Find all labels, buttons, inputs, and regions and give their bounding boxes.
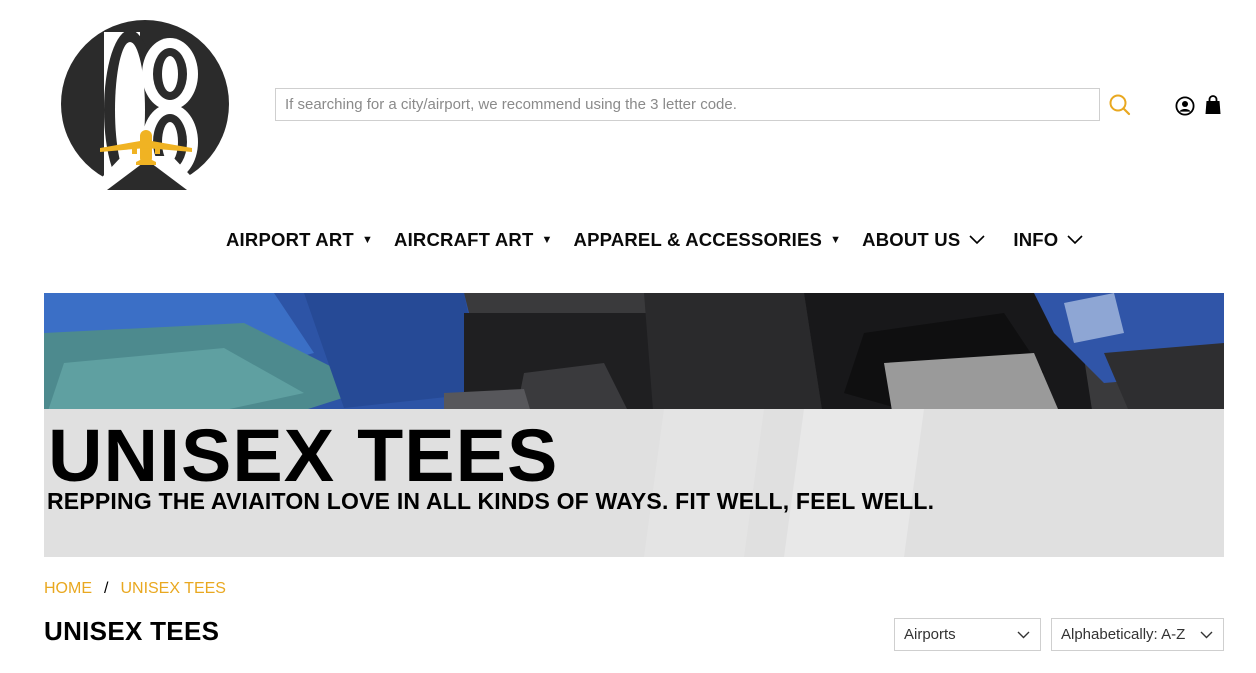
chevron-down-icon xyxy=(1017,631,1030,638)
nav-item-about-us[interactable]: ABOUT US xyxy=(862,229,1013,251)
sort-value: Alphabetically: A-Z xyxy=(1061,626,1186,643)
breadcrumb: HOME / UNISEX TEES xyxy=(44,580,226,598)
account-button[interactable] xyxy=(1175,96,1195,116)
nav-item-info[interactable]: INFO xyxy=(1013,229,1111,251)
chevron-down-icon xyxy=(969,235,985,245)
banner-subtitle: REPPING THE AVIAITON LOVE IN ALL KINDS O… xyxy=(47,488,935,514)
dropdown-arrow-icon: ▼ xyxy=(361,234,374,246)
nav-item-label: AIRCRAFT ART xyxy=(394,229,534,250)
chevron-down-icon xyxy=(1067,235,1083,245)
site-logo[interactable] xyxy=(52,18,238,190)
page-title: UNISEX TEES xyxy=(44,616,220,646)
nav-item-label: APPAREL & ACCESSORIES xyxy=(573,229,823,250)
nav-item-label: AIRPORT ART xyxy=(226,229,354,250)
category-filter-select[interactable]: Airports xyxy=(894,618,1041,651)
nav-item-airport-art[interactable]: AIRPORT ART ▼ xyxy=(226,229,394,251)
cart-button[interactable] xyxy=(1205,95,1221,115)
account-icon xyxy=(1175,96,1195,116)
collection-banner: UNISEX TEES REPPING THE AVIAITON LOVE IN… xyxy=(44,293,1224,557)
logo-mark-icon xyxy=(61,20,229,190)
banner-title: UNISEX TEES xyxy=(48,414,559,497)
dropdown-arrow-icon: ▼ xyxy=(830,234,842,246)
dropdown-arrow-icon: ▼ xyxy=(541,234,553,246)
main-nav: AIRPORT ART ▼ AIRCRAFT ART ▼ APPAREL & A… xyxy=(226,226,1111,254)
category-filter-value: Airports xyxy=(904,626,956,643)
search-button[interactable] xyxy=(1108,93,1132,117)
search-input[interactable] xyxy=(275,88,1100,121)
search-icon xyxy=(1109,94,1131,116)
nav-item-apparel-accessories[interactable]: APPAREL & ACCESSORIES ▼ xyxy=(574,229,863,251)
cart-icon xyxy=(1205,95,1221,114)
sort-select[interactable]: Alphabetically: A-Z xyxy=(1051,618,1224,651)
breadcrumb-current[interactable]: UNISEX TEES xyxy=(120,580,226,598)
nav-item-aircraft-art[interactable]: AIRCRAFT ART ▼ xyxy=(394,229,574,251)
breadcrumb-home-link[interactable]: HOME xyxy=(44,580,92,598)
breadcrumb-separator: / xyxy=(104,580,109,597)
nav-item-label: INFO xyxy=(1013,229,1059,250)
nav-item-label: ABOUT US xyxy=(862,229,961,250)
chevron-down-icon xyxy=(1200,631,1213,638)
